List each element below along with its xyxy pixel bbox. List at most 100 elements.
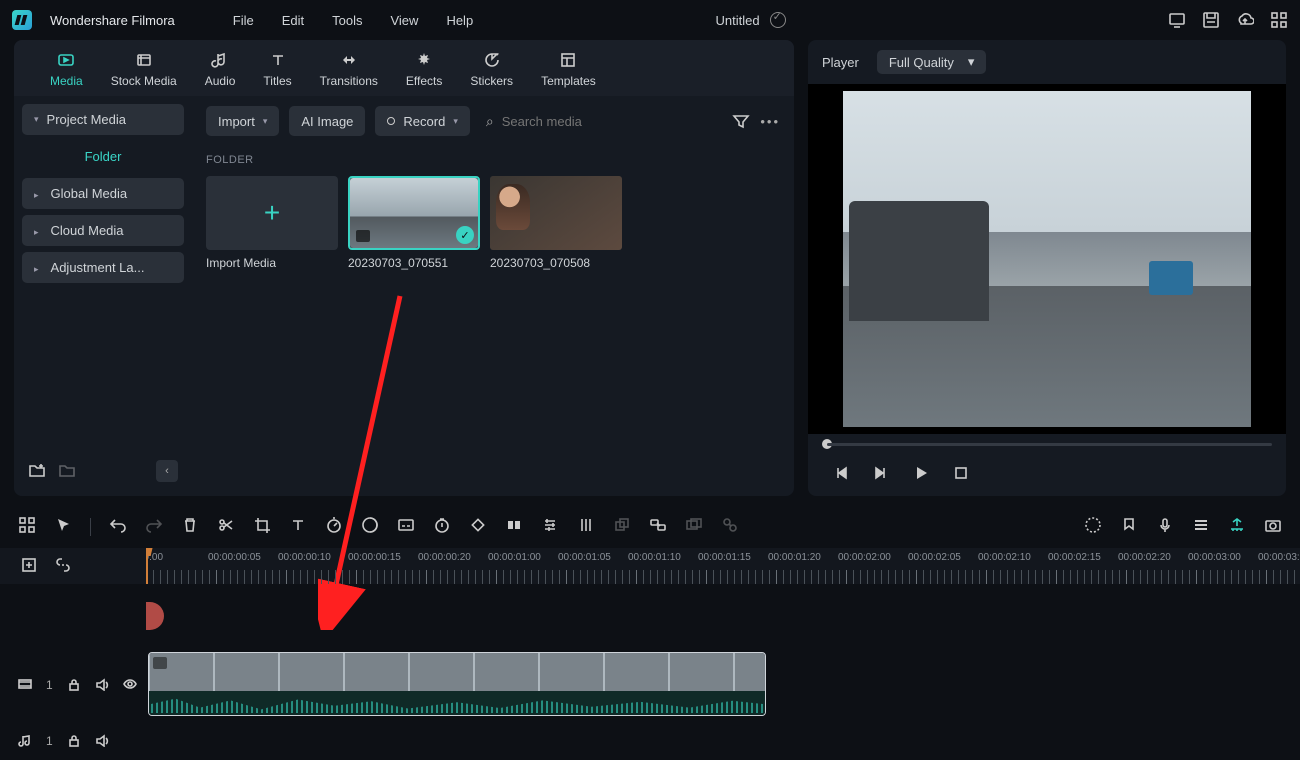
color-button[interactable] [361, 516, 379, 538]
tab-titles[interactable]: Titles [263, 49, 291, 88]
upload-icon[interactable] [1236, 11, 1254, 29]
group-button[interactable] [613, 516, 631, 538]
menu-tools[interactable]: Tools [332, 13, 362, 28]
import-button[interactable]: Import▾ [206, 106, 279, 136]
folder-icon[interactable] [58, 461, 76, 482]
menu-bar: File Edit Tools View Help [233, 13, 473, 28]
magnetic-button[interactable] [1228, 516, 1246, 538]
crop-button[interactable] [253, 516, 271, 538]
sidebar-adjustment-layer[interactable]: Adjustment La... [22, 252, 184, 283]
link-button[interactable] [649, 516, 667, 538]
tab-audio[interactable]: Audio [205, 49, 236, 88]
ruler-mark: 00:00:01:10 [628, 552, 681, 563]
mute-icon[interactable] [95, 733, 109, 750]
marker-button[interactable] [1120, 516, 1138, 538]
play-button[interactable] [912, 464, 930, 486]
audio-marker-icon[interactable] [146, 602, 164, 630]
audio-mixer-button[interactable] [577, 516, 595, 538]
sidebar-project-media[interactable]: ▾Project Media [22, 104, 184, 135]
keyframe-button[interactable] [469, 516, 487, 538]
undo-button[interactable] [109, 516, 127, 538]
ruler-ticks[interactable]: 00:0000:00:00:0500:00:00:1000:00:00:1500… [146, 548, 1300, 584]
video-track-icon[interactable] [18, 677, 32, 694]
library-content: Import▾ AI Image Record▾ ⌕ ••• FOLDER + … [192, 96, 794, 496]
snapshot-button[interactable] [1264, 516, 1282, 538]
sidebar-folder[interactable]: Folder [22, 141, 184, 172]
prev-frame-button[interactable] [832, 464, 850, 486]
track-button[interactable] [721, 516, 739, 538]
tab-media[interactable]: Media [50, 49, 83, 88]
media-clip[interactable]: ✓ 20230703_070551 [348, 176, 480, 270]
save-icon[interactable] [1202, 11, 1220, 29]
render-button[interactable] [1084, 516, 1102, 538]
templates-icon [557, 49, 579, 71]
video-track-index: 1 [46, 678, 53, 692]
cursor-icon[interactable] [54, 516, 72, 538]
add-track-icon[interactable] [20, 556, 38, 577]
tab-stickers[interactable]: Stickers [470, 49, 513, 88]
dashboard-icon[interactable] [1270, 11, 1288, 29]
separator [90, 518, 91, 536]
visibility-icon[interactable] [123, 677, 137, 694]
import-media-tile[interactable]: + Import Media [206, 176, 338, 270]
audio-track-body[interactable] [146, 726, 1300, 756]
speed-button[interactable] [325, 516, 343, 538]
caption-button[interactable] [397, 516, 415, 538]
collapse-sidebar-button[interactable]: ‹ [156, 460, 178, 482]
mute-icon[interactable] [95, 677, 109, 694]
next-frame-button[interactable] [872, 464, 890, 486]
video-track-body[interactable] [146, 644, 1300, 726]
menu-edit[interactable]: Edit [282, 13, 304, 28]
playhead[interactable] [146, 548, 148, 584]
search-input[interactable] [502, 114, 722, 129]
media-clip[interactable]: 20230703_070508 [490, 176, 622, 270]
tab-templates[interactable]: Templates [541, 49, 596, 88]
clip-frames [149, 653, 765, 691]
tab-stock-media[interactable]: Stock Media [111, 49, 177, 88]
adjust-button[interactable] [541, 516, 559, 538]
timer-button[interactable] [433, 516, 451, 538]
scrub-bar[interactable] [808, 434, 1286, 454]
chevron-down-icon: ▾ [968, 54, 975, 70]
detach-button[interactable] [505, 516, 523, 538]
screen-icon[interactable] [1168, 11, 1186, 29]
mixer-button[interactable] [1192, 516, 1210, 538]
voiceover-button[interactable] [1156, 516, 1174, 538]
timeline-ruler[interactable]: 00:0000:00:00:0500:00:00:1000:00:00:1500… [0, 548, 1300, 584]
ruler-mark: 00:00:00:15 [348, 552, 401, 563]
ruler-mark: 00:00:00:05 [208, 552, 261, 563]
tab-transitions[interactable]: Transitions [320, 49, 378, 88]
delete-button[interactable] [181, 516, 199, 538]
sidebar-global-media[interactable]: Global Media [22, 178, 184, 209]
link-toggle-icon[interactable] [54, 556, 72, 577]
quality-selector[interactable]: Full Quality ▾ [877, 50, 987, 74]
ai-image-button[interactable]: AI Image [289, 106, 365, 136]
lock-icon[interactable] [67, 677, 81, 694]
ruler-mark: 00:00:02:15 [1048, 552, 1101, 563]
cloud-sync-icon[interactable] [770, 12, 786, 28]
lock-icon[interactable] [67, 733, 81, 750]
stop-button[interactable] [952, 464, 970, 486]
menu-help[interactable]: Help [446, 13, 473, 28]
video-track-row: 1 [0, 644, 1300, 726]
mask-button[interactable] [685, 516, 703, 538]
redo-button[interactable] [145, 516, 163, 538]
filter-icon[interactable] [732, 112, 750, 130]
record-button[interactable]: Record▾ [375, 106, 469, 136]
audio-track-icon[interactable] [18, 733, 32, 750]
sidebar-cloud-media[interactable]: Cloud Media [22, 215, 184, 246]
ruler-mark: 00:00:03:05 [1258, 552, 1300, 563]
apps-icon[interactable] [18, 516, 36, 538]
tab-effects[interactable]: Effects [406, 49, 442, 88]
split-button[interactable] [217, 516, 235, 538]
timeline-clip[interactable] [148, 652, 766, 716]
menu-view[interactable]: View [390, 13, 418, 28]
new-folder-icon[interactable] [28, 461, 46, 482]
preview-canvas[interactable] [808, 84, 1286, 434]
media-toolbar: Import▾ AI Image Record▾ ⌕ ••• [206, 106, 780, 136]
text-button[interactable] [289, 516, 307, 538]
audio-icon [209, 49, 231, 71]
menu-file[interactable]: File [233, 13, 254, 28]
stickers-icon [481, 49, 503, 71]
more-options-button[interactable]: ••• [760, 114, 780, 129]
